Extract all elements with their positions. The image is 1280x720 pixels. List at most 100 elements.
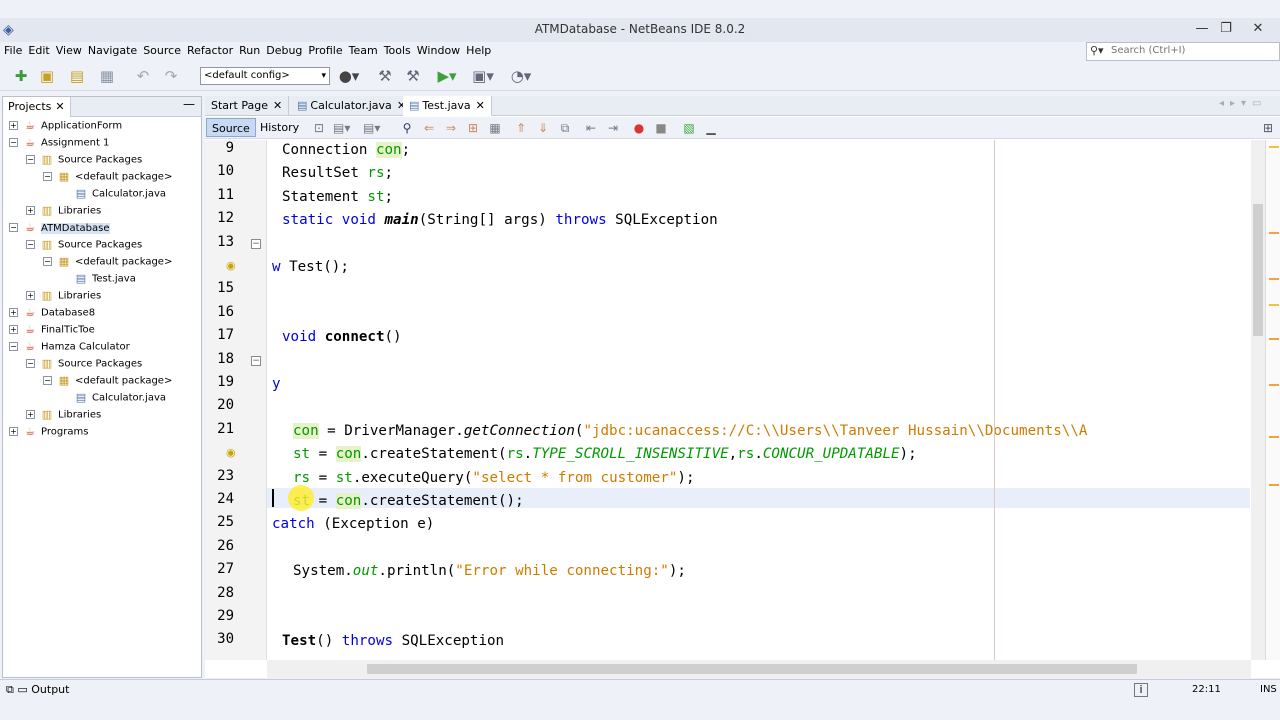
tree-node[interactable]: − ▥ Source Packages — [26, 355, 142, 372]
menu-profile[interactable]: Profile — [308, 44, 342, 57]
find-previous-icon[interactable]: ⇐ — [421, 120, 437, 136]
editor-tab[interactable]: ▤ Calculator.java ✕ — [291, 96, 414, 116]
expand-icon[interactable]: + — [26, 206, 35, 215]
expand-icon[interactable]: + — [9, 308, 18, 317]
tree-node[interactable]: ▤ Calculator.java — [60, 185, 166, 202]
expand-icon[interactable]: + — [26, 410, 35, 419]
menu-edit[interactable]: Edit — [28, 44, 49, 57]
warning-mark[interactable] — [1269, 484, 1279, 486]
close-icon[interactable]: ✕ — [476, 99, 485, 112]
tree-node[interactable]: + ▥ Libraries — [26, 287, 101, 304]
build-hammer-icon[interactable]: ⚒ — [374, 65, 396, 87]
search-box[interactable]: ⚲▾ — [1086, 42, 1280, 61]
tree-node[interactable]: − ▦ <default package> — [43, 372, 172, 389]
collapse-icon[interactable]: − — [43, 257, 52, 266]
collapse-icon[interactable]: − — [26, 240, 35, 249]
previous-bookmark-icon[interactable]: ⇑ — [513, 120, 529, 136]
find-next-icon[interactable]: ⇒ — [443, 120, 459, 136]
vertical-scrollbar-thumb[interactable] — [1253, 204, 1263, 336]
menu-file[interactable]: File — [4, 44, 22, 57]
next-bookmark-icon[interactable]: ⇓ — [535, 120, 551, 136]
toggle-search-icon[interactable]: ▦ — [487, 120, 503, 136]
expand-icon[interactable]: + — [26, 291, 35, 300]
warning-mark[interactable] — [1269, 232, 1279, 234]
tree-node[interactable]: − ☕ ATMDatabase — [9, 219, 110, 236]
warning-mark[interactable] — [1269, 384, 1279, 386]
tree-node[interactable]: − ▥ Source Packages — [26, 236, 142, 253]
menu-help[interactable]: Help — [466, 44, 491, 57]
debug-project-icon[interactable]: ▣▾ — [472, 65, 494, 87]
run-project-icon[interactable]: ▶▾ — [436, 65, 458, 87]
clean-build-icon[interactable]: ⚒ — [402, 65, 424, 87]
menu-team[interactable]: Team — [349, 44, 378, 57]
collapse-icon[interactable]: − — [9, 223, 18, 232]
undo-icon[interactable]: ↶ — [132, 65, 154, 87]
collapse-icon[interactable]: − — [9, 138, 18, 147]
tree-node[interactable]: + ▥ Libraries — [26, 202, 101, 219]
search-input[interactable] — [1111, 45, 1271, 56]
editor-tab[interactable]: ▤ Test.java ✕ — [403, 96, 492, 116]
config-select[interactable]: <default config> ▾ — [200, 67, 330, 85]
horizontal-scrollbar-thumb[interactable] — [367, 664, 1137, 674]
hint-bulb-icon[interactable]: ◉ — [226, 259, 236, 272]
menu-source[interactable]: Source — [143, 44, 181, 57]
toggle-bookmark-icon[interactable]: ⧉ — [557, 120, 573, 136]
shift-left-icon[interactable]: ⇤ — [583, 120, 599, 136]
tree-node[interactable]: + ☕ FinalTicToe — [9, 321, 95, 338]
error-stripe[interactable] — [1265, 140, 1280, 660]
collapse-icon[interactable]: − — [26, 155, 35, 164]
tree-node[interactable]: + ☕ Database8 — [9, 304, 95, 321]
tree-node[interactable]: − ▦ <default package> — [43, 253, 172, 270]
code-editor[interactable]: 9 10 11 12 13 − ◉ 15 16 17 18 − 19 20 21 ◉ 23 24 25 26 27 28 2… — [205, 140, 1280, 660]
open-project-icon[interactable]: ▤ — [66, 65, 88, 87]
history-button[interactable]: History — [255, 118, 304, 137]
tree-node[interactable]: − ▥ Source Packages — [26, 151, 142, 168]
hint-bulb-icon[interactable]: ◉ — [226, 446, 236, 459]
warning-mark[interactable] — [1269, 338, 1279, 340]
comment-icon[interactable]: ▧ — [681, 120, 697, 136]
source-button[interactable]: Source — [206, 118, 256, 137]
tab-nav-arrows-icon[interactable]: ◂▸▾▭ — [1219, 98, 1268, 109]
expand-icon[interactable]: + — [9, 427, 18, 436]
menu-navigate[interactable]: Navigate — [88, 44, 137, 57]
toggle-highlight-icon[interactable]: ⊞ — [465, 120, 481, 136]
menu-debug[interactable]: Debug — [266, 44, 302, 57]
collapse-icon[interactable]: − — [26, 359, 35, 368]
collapse-icon[interactable]: − — [43, 172, 52, 181]
tree-node[interactable]: ▤ Test.java — [60, 270, 136, 287]
expand-icon[interactable]: + — [9, 325, 18, 334]
projects-tab[interactable]: Projects ✕ — [3, 97, 71, 117]
collapse-fold-icon[interactable]: − — [251, 238, 261, 249]
menu-view[interactable]: View — [56, 44, 82, 57]
menu-refactor[interactable]: Refactor — [187, 44, 233, 57]
collapse-icon[interactable]: − — [9, 342, 18, 351]
warning-mark[interactable] — [1269, 304, 1279, 306]
close-icon[interactable]: ✕ — [273, 99, 282, 112]
warning-mark[interactable] — [1269, 278, 1279, 280]
collapse-icon[interactable]: − — [43, 376, 52, 385]
shift-right-icon[interactable]: ⇥ — [605, 120, 621, 136]
tree-node[interactable]: + ▥ Libraries — [26, 406, 101, 423]
start-macro-icon[interactable]: ● — [631, 120, 647, 136]
save-all-icon[interactable]: ▦ — [96, 65, 118, 87]
restore-button[interactable]: ❐ — [1210, 18, 1242, 40]
vertical-scrollbar[interactable] — [1251, 140, 1265, 660]
output-tab[interactable]: ⧉ ▭ Output — [6, 683, 69, 697]
back-icon[interactable]: ▤▾ — [333, 120, 350, 136]
close-icon[interactable]: ✕ — [55, 100, 64, 113]
new-file-icon[interactable]: ✚ — [10, 65, 32, 87]
find-icon[interactable]: ⚲ — [399, 120, 415, 136]
profile-project-icon[interactable]: ◔▾ — [510, 65, 532, 87]
tree-node[interactable]: + ☕ ApplicationForm — [9, 117, 122, 134]
expand-icon[interactable]: + — [9, 121, 18, 130]
close-button[interactable]: ✕ — [1242, 18, 1274, 40]
menu-tools[interactable]: Tools — [384, 44, 411, 57]
collapse-fold-icon[interactable]: − — [251, 355, 261, 366]
horizontal-scrollbar[interactable] — [267, 660, 1251, 678]
uncomment-icon[interactable]: ▁ — [703, 120, 719, 136]
notifications-icon[interactable]: i — [1134, 683, 1148, 697]
new-project-icon[interactable]: ▣ — [36, 65, 58, 87]
last-edit-icon[interactable]: ⊡ — [311, 120, 327, 136]
stop-macro-icon[interactable]: ■ — [653, 120, 669, 136]
minimize-panel-icon[interactable]: — — [183, 97, 195, 111]
